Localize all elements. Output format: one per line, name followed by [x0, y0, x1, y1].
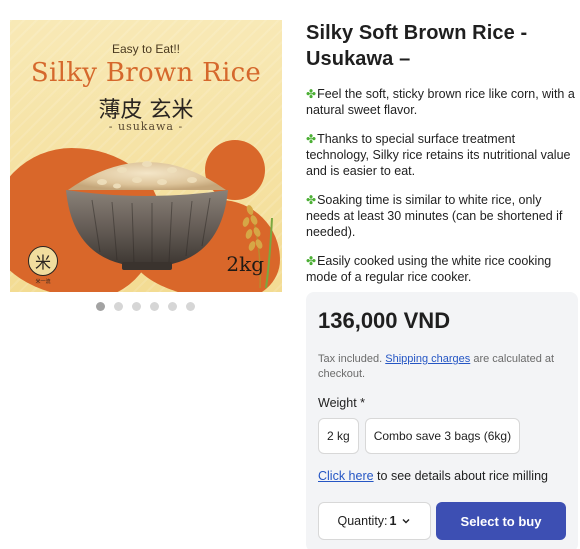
image-title: Silky Brown Rice	[30, 58, 262, 88]
chevron-down-icon	[402, 519, 410, 524]
feature-text: Feel the soft, sticky brown rice like co…	[306, 87, 575, 117]
variant-2kg[interactable]: 2 kg	[318, 418, 359, 454]
feature-text: Easily cooked using the white rice cooki…	[306, 254, 552, 284]
image-romaji: - usukawa -	[108, 120, 184, 133]
carousel-dot-2[interactable]	[114, 302, 123, 311]
four-leaf-clover-icon: ✤	[306, 132, 317, 146]
weight-options: 2 kg Combo save 3 bags (6kg)	[318, 418, 521, 454]
brand-logo: 米 米一流	[26, 246, 60, 286]
feature-item: ✤Thanks to special surface treatment tec…	[306, 131, 578, 179]
quantity-select[interactable]: Quantity: 1	[318, 502, 431, 540]
feature-list: ✤Feel the soft, sticky brown rice like c…	[306, 86, 578, 285]
product-info: Silky Soft Brown Rice - Usukawa – ✤Feel …	[306, 20, 578, 298]
carousel-dot-1[interactable]	[96, 302, 105, 311]
price: 136,000 VND	[318, 308, 451, 333]
image-weight-label: 2kg	[226, 252, 264, 276]
four-leaf-clover-icon: ✤	[306, 254, 317, 268]
tax-note: Tax included. Shipping charges are calcu…	[318, 352, 568, 382]
feature-item: ✤Soaking time is similar to white rice, …	[306, 192, 578, 240]
milling-details-link[interactable]: Click here	[318, 469, 374, 483]
select-to-buy-button[interactable]: Select to buy	[436, 502, 566, 540]
feature-text: Thanks to special surface treatment tech…	[306, 132, 571, 178]
product-image[interactable]: Easy to Eat!! Silky Brown Rice 薄皮 玄米 - u…	[10, 20, 282, 292]
quantity-value: 1	[389, 514, 397, 528]
quantity-label: Quantity:	[337, 514, 388, 528]
carousel-dot-3[interactable]	[132, 302, 141, 311]
purchase-panel: 136,000 VND Tax included. Shipping charg…	[306, 292, 578, 549]
logo-text: 米一流	[35, 279, 51, 285]
rice-bowl-icon	[66, 161, 228, 270]
carousel-dot-4[interactable]	[150, 302, 159, 311]
image-tagline: Easy to Eat!!	[111, 42, 181, 56]
carousel-dot-6[interactable]	[186, 302, 195, 311]
milling-note: Click here to see details about rice mil…	[318, 469, 548, 483]
feature-text: Soaking time is similar to white rice, o…	[306, 193, 563, 239]
product-title: Silky Soft Brown Rice - Usukawa –	[306, 22, 528, 70]
four-leaf-clover-icon: ✤	[306, 87, 317, 101]
milling-note-suffix: to see details about rice milling	[373, 469, 548, 483]
variant-combo-6kg[interactable]: Combo save 3 bags (6kg)	[364, 418, 521, 454]
shipping-charges-link[interactable]: Shipping charges	[385, 353, 470, 365]
feature-item: ✤Feel the soft, sticky brown rice like c…	[306, 86, 578, 118]
logo-mark: 米	[28, 246, 58, 276]
feature-item: ✤Easily cooked using the white rice cook…	[306, 253, 578, 285]
carousel-dots	[96, 302, 195, 311]
tax-note-prefix: Tax included.	[318, 353, 386, 365]
weight-label: Weight *	[318, 396, 366, 410]
carousel-dot-5[interactable]	[168, 302, 177, 311]
four-leaf-clover-icon: ✤	[306, 193, 317, 207]
